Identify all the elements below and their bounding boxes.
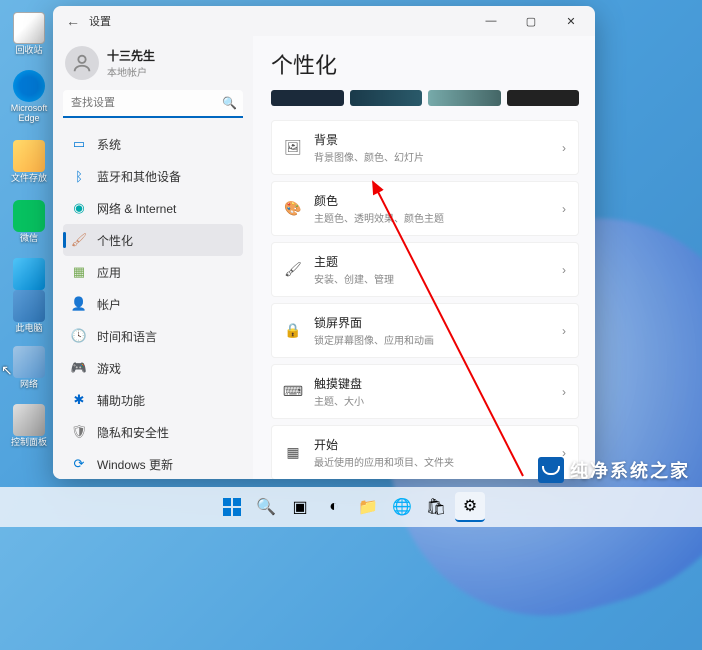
titlebar: ← 设置 ― ▢ ✕ [53, 6, 595, 36]
main-panel: 个性化 🖼 背景背景图像、颜色、幻灯片 › 🎨 颜色主题色、透明效果、颜色主题 … [253, 36, 595, 479]
sidebar: 十三先生 本地帐户 🔍 ▭系统 ᛒ蓝牙和其他设备 ◉网络 & Internet … [53, 36, 253, 479]
user-block[interactable]: 十三先生 本地帐户 [63, 42, 243, 90]
search-icon: 🔍 [222, 96, 237, 110]
start-button[interactable] [217, 492, 247, 522]
maximize-button[interactable]: ▢ [511, 6, 551, 36]
widgets-button[interactable]: ◐ [319, 492, 349, 522]
start-icon: ▦ [284, 444, 302, 462]
gamepad-icon: 🎮 [71, 360, 87, 376]
chevron-right-icon: › [562, 202, 566, 216]
store-button[interactable]: 🛍 [421, 492, 451, 522]
theme-thumb[interactable] [271, 90, 344, 106]
settings-window: ← 设置 ― ▢ ✕ 十三先生 本地帐户 🔍 ▭系统 ᛒ蓝牙和其 [53, 6, 595, 479]
desktop-icon-this-pc[interactable]: 此电脑 [8, 290, 50, 334]
avatar [65, 46, 99, 80]
nav-personalization[interactable]: 🖌个性化 [63, 224, 243, 256]
desktop-icon-control-panel-blue[interactable] [8, 258, 50, 292]
wechat-icon [13, 200, 45, 232]
theme-thumb[interactable] [350, 90, 423, 106]
control-panel-icon [13, 404, 45, 436]
nav-list: ▭系统 ᛒ蓝牙和其他设备 ◉网络 & Internet 🖌个性化 ▦应用 👤帐户… [63, 128, 243, 479]
chevron-right-icon: › [562, 263, 566, 277]
edge-button[interactable]: 🌐 [387, 492, 417, 522]
card-themes[interactable]: 🖌 主题安装、创建、管理 › [271, 242, 579, 297]
taskview-button[interactable]: ▣ [285, 492, 315, 522]
explorer-button[interactable]: 📁 [353, 492, 383, 522]
watermark: 纯净系统之家 [538, 457, 690, 483]
chevron-right-icon: › [562, 385, 566, 399]
update-icon: ⟳ [71, 456, 87, 472]
user-name: 十三先生 [107, 47, 155, 64]
bluetooth-icon: ᛒ [71, 168, 87, 184]
nav-accessibility[interactable]: ✱辅助功能 [63, 384, 243, 416]
taskbar-search-button[interactable]: 🔍 [251, 492, 281, 522]
edge-icon [13, 70, 45, 102]
control-panel-icon [13, 258, 45, 290]
keyboard-icon: ⌨ [284, 383, 302, 401]
nav-system[interactable]: ▭系统 [63, 128, 243, 160]
card-background[interactable]: 🖼 背景背景图像、颜色、幻灯片 › [271, 120, 579, 175]
close-button[interactable]: ✕ [551, 6, 591, 36]
this-pc-icon [13, 290, 45, 322]
minimize-button[interactable]: ― [471, 6, 511, 36]
nav-gaming[interactable]: 🎮游戏 [63, 352, 243, 384]
theme-thumbnails [271, 90, 579, 106]
accessibility-icon: ✱ [71, 392, 87, 408]
window-title: 设置 [89, 13, 111, 29]
nav-network[interactable]: ◉网络 & Internet [63, 192, 243, 224]
network-icon [13, 346, 45, 378]
search-wrap: 🔍 [63, 90, 243, 118]
wifi-icon: ◉ [71, 200, 87, 216]
theme-thumb[interactable] [428, 90, 501, 106]
nav-bluetooth[interactable]: ᛒ蓝牙和其他设备 [63, 160, 243, 192]
search-input[interactable] [63, 90, 243, 118]
brush-icon: 🖌 [284, 261, 302, 279]
desktop-icon-network[interactable]: 网络 [8, 346, 50, 390]
card-start[interactable]: ▦ 开始最近使用的应用和项目、文件夹 › [271, 425, 579, 479]
desktop-icon-control-panel[interactable]: 控制面板 [8, 404, 50, 448]
back-button[interactable]: ← [57, 13, 89, 29]
chevron-right-icon: › [562, 141, 566, 155]
card-touch-keyboard[interactable]: ⌨ 触摸键盘主题、大小 › [271, 364, 579, 419]
shield-icon: 🛡 [71, 424, 87, 440]
apps-icon: ▦ [71, 264, 87, 280]
chevron-right-icon: › [562, 324, 566, 338]
nav-apps[interactable]: ▦应用 [63, 256, 243, 288]
taskbar: 🔍 ▣ ◐ 📁 🌐 🛍 ⚙ [0, 487, 702, 527]
nav-privacy[interactable]: 🛡隐私和安全性 [63, 416, 243, 448]
nav-update[interactable]: ⟳Windows 更新 [63, 448, 243, 479]
desktop-icon-edge[interactable]: Microsoft Edge [8, 70, 50, 124]
lock-icon: 🔒 [284, 322, 302, 340]
card-lockscreen[interactable]: 🔒 锁屏界面锁定屏幕图像、应用和动画 › [271, 303, 579, 358]
desktop-icon-folder[interactable]: 文件存放 [8, 140, 50, 184]
recycle-bin-icon [13, 12, 45, 44]
settings-button[interactable]: ⚙ [455, 492, 485, 522]
desktop-icon-wechat[interactable]: 微信 [8, 200, 50, 244]
user-account-type: 本地帐户 [107, 64, 155, 79]
brush-icon: 🖌 [71, 232, 87, 248]
person-icon: 👤 [71, 296, 87, 312]
nav-time-language[interactable]: 🕓时间和语言 [63, 320, 243, 352]
palette-icon: 🎨 [284, 200, 302, 218]
card-colors[interactable]: 🎨 颜色主题色、透明效果、颜色主题 › [271, 181, 579, 236]
image-icon: 🖼 [284, 139, 302, 157]
theme-thumb[interactable] [507, 90, 580, 106]
clock-icon: 🕓 [71, 328, 87, 344]
watermark-logo-icon [538, 457, 564, 483]
desktop-icon-recycle-bin[interactable]: 回收站 [8, 12, 50, 56]
nav-accounts[interactable]: 👤帐户 [63, 288, 243, 320]
page-title: 个性化 [271, 48, 579, 80]
system-icon: ▭ [71, 136, 87, 152]
folder-icon [13, 140, 45, 172]
